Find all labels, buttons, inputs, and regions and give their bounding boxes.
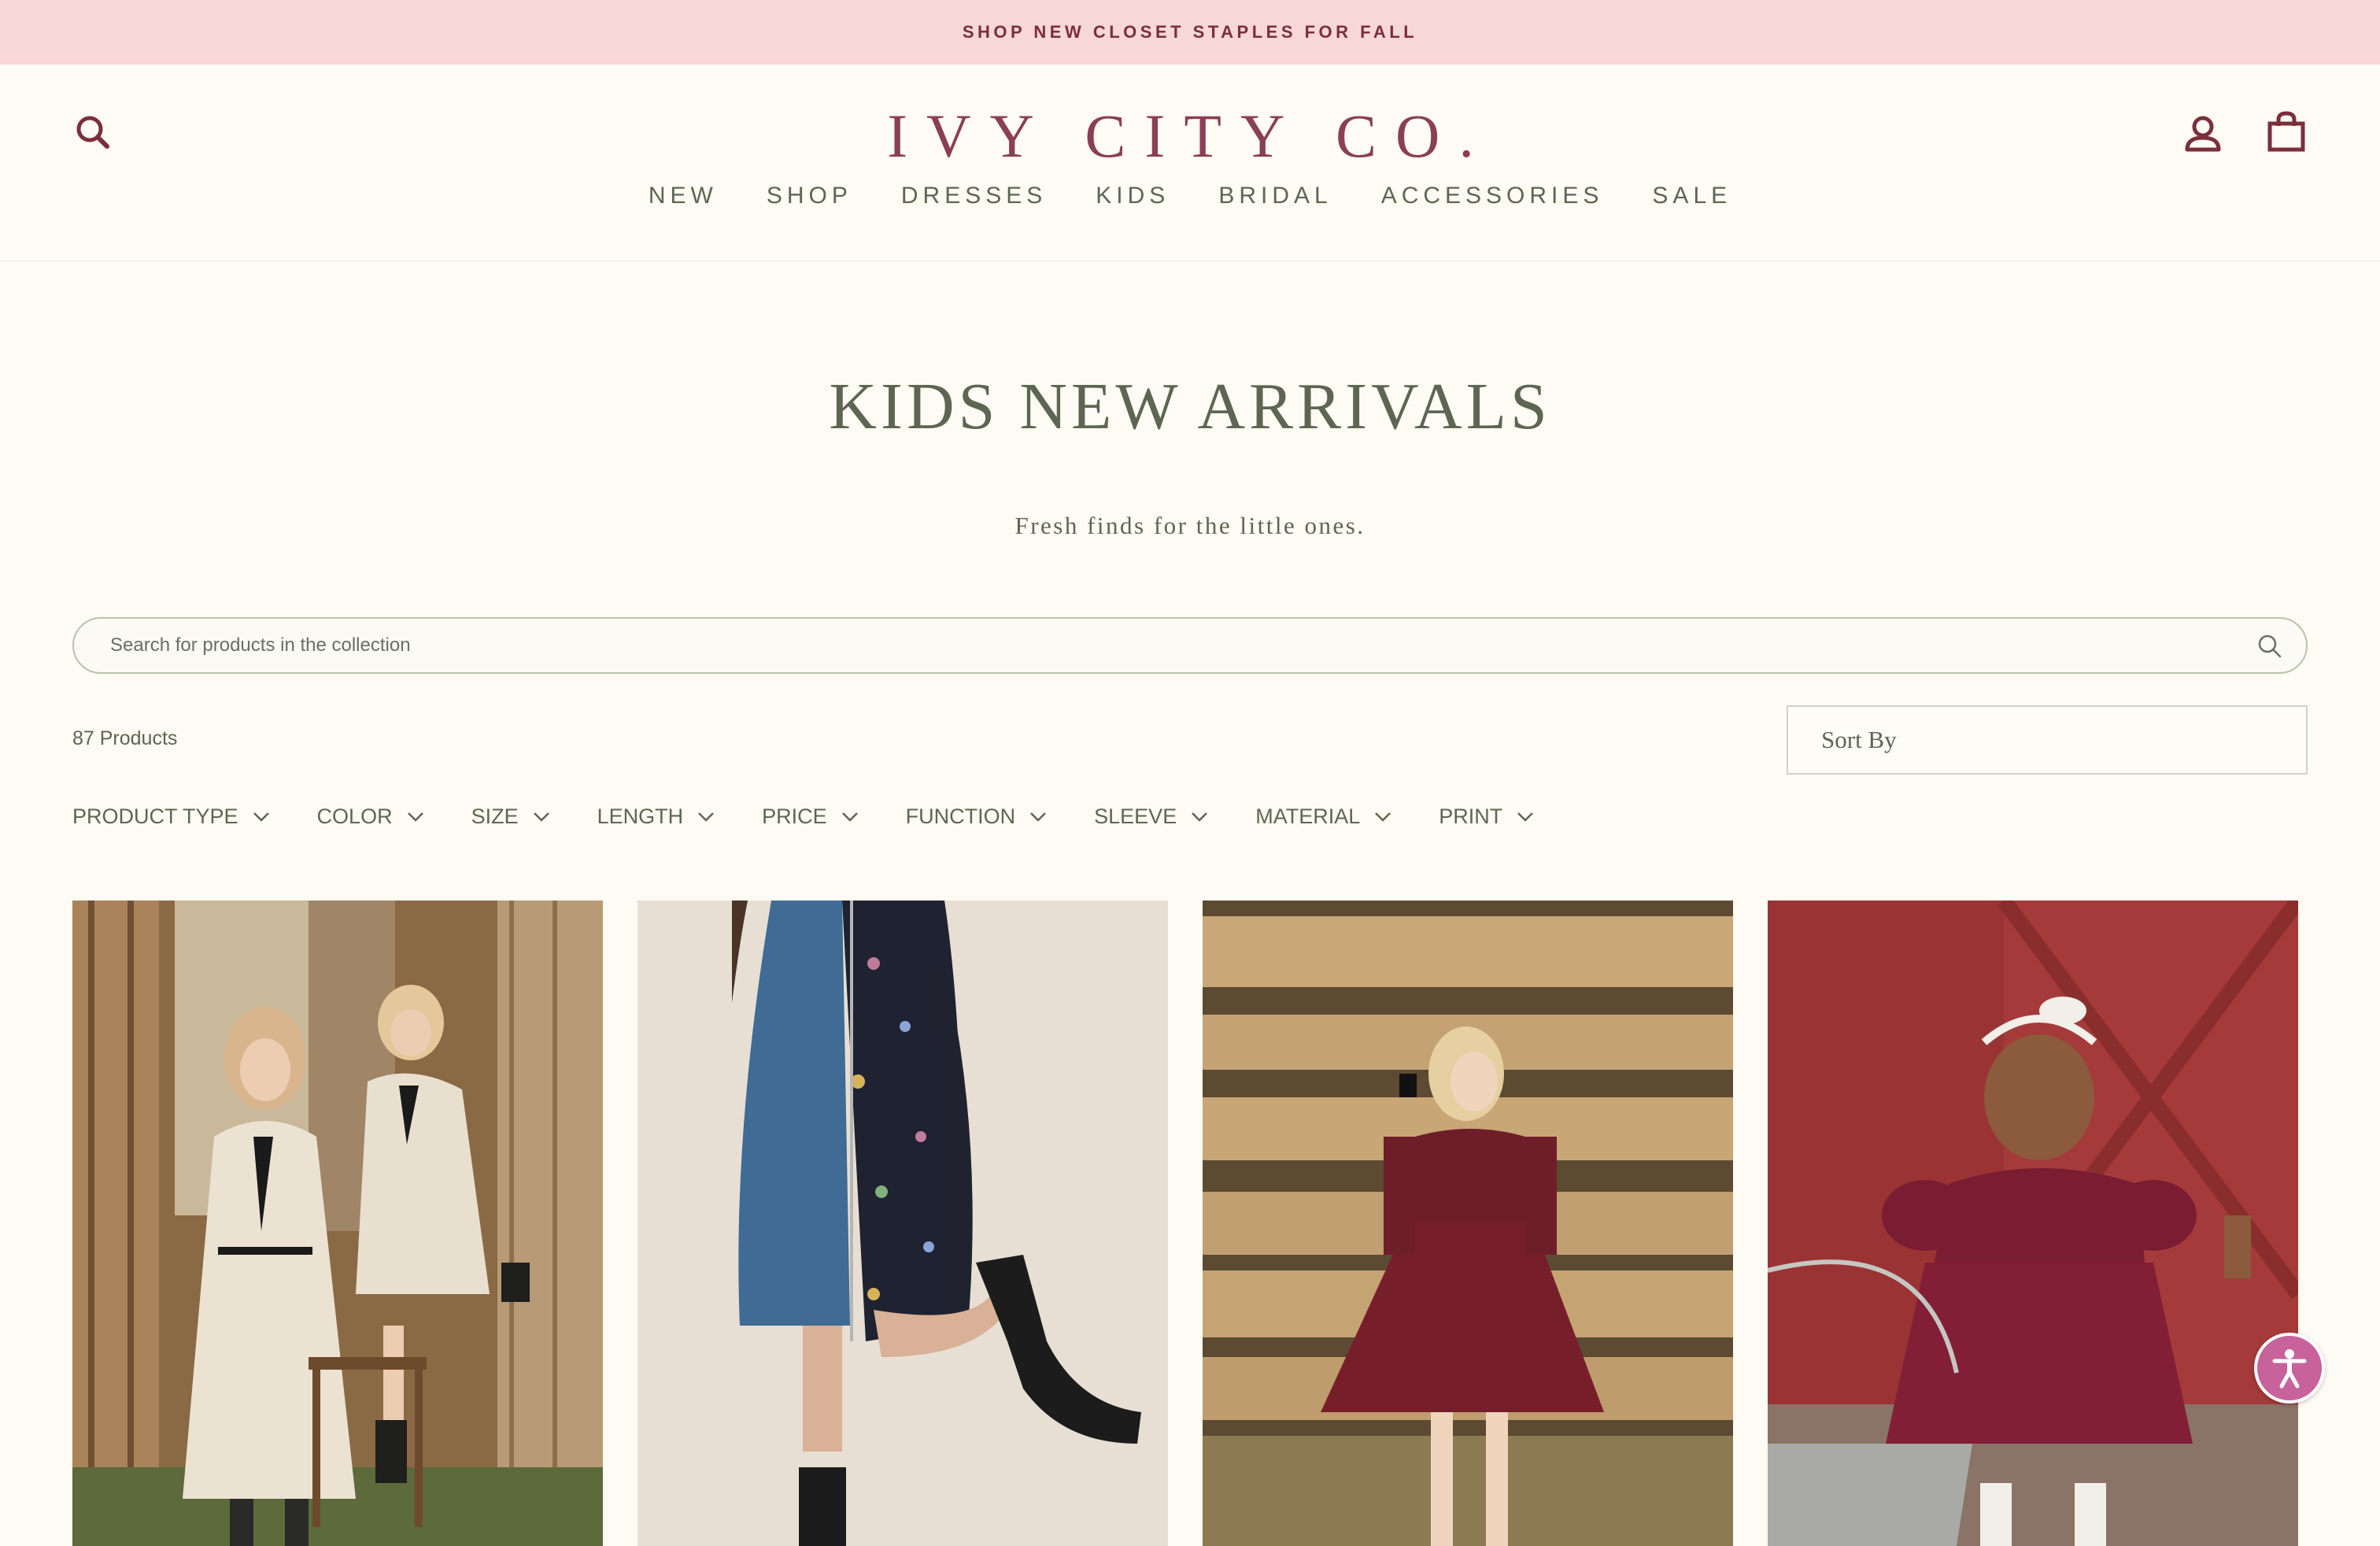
filter-material[interactable]: MATERIAL	[1255, 804, 1391, 829]
chevron-down-icon	[698, 812, 715, 822]
accessibility-icon	[2272, 1349, 2307, 1389]
sort-label: Sort By	[1821, 726, 1897, 753]
filter-label: FUNCTION	[905, 804, 1016, 828]
product-count: 87 Products	[72, 727, 178, 749]
user-icon[interactable]	[2183, 113, 2223, 157]
collection-search[interactable]	[72, 617, 2308, 674]
filter-label: SIZE	[471, 804, 519, 828]
chevron-down-icon	[253, 812, 269, 822]
announcement-text[interactable]: SHOP NEW CLOSET STAPLES FOR FALL	[963, 22, 1417, 43]
filter-label: PRICE	[762, 804, 827, 828]
nav-item-accessories[interactable]: ACCESSORIES	[1381, 183, 1604, 209]
filter-label: LENGTH	[597, 804, 684, 828]
product-image[interactable]	[72, 901, 603, 1546]
filter-bar: PRODUCT TYPE COLOR SIZE LENGTH PRICE FUN…	[72, 804, 1534, 829]
product-image[interactable]	[1768, 901, 2298, 1546]
product-image[interactable]	[1203, 901, 1733, 1546]
nav-item-new[interactable]: NEW	[649, 183, 718, 209]
page-title: KIDS NEW ARRIVALS	[829, 370, 1551, 443]
nav-item-sale[interactable]: SALE	[1652, 183, 1731, 209]
announcement-bar[interactable]: SHOP NEW CLOSET STAPLES FOR FALL	[0, 0, 2380, 65]
filter-label: MATERIAL	[1255, 804, 1361, 828]
chevron-down-icon	[1030, 812, 1047, 822]
chevron-down-icon	[533, 812, 549, 822]
search-icon[interactable]	[2256, 632, 2284, 664]
product-card[interactable]	[1203, 901, 1733, 1546]
nav-item-shop[interactable]: SHOP	[767, 183, 852, 209]
filter-length[interactable]: LENGTH	[597, 804, 715, 829]
shopping-bag-icon[interactable]	[2267, 110, 2306, 157]
collection-search-input[interactable]	[110, 619, 2235, 672]
filter-label: PRINT	[1439, 804, 1503, 828]
chevron-down-icon	[1517, 812, 1534, 822]
product-card[interactable]	[1768, 901, 2298, 1546]
sort-dropdown[interactable]: Sort By	[1787, 705, 2308, 775]
chevron-down-icon	[841, 812, 858, 822]
nav-item-kids[interactable]: KIDS	[1096, 183, 1170, 209]
product-card[interactable]	[638, 901, 1168, 1546]
product-card[interactable]	[72, 901, 603, 1546]
filter-color[interactable]: COLOR	[317, 804, 424, 829]
filter-product-type[interactable]: PRODUCT TYPE	[72, 804, 270, 829]
nav-item-dresses[interactable]: DRESSES	[901, 183, 1047, 209]
filter-size[interactable]: SIZE	[471, 804, 550, 829]
product-grid	[0, 901, 2380, 1546]
product-image[interactable]	[638, 901, 1168, 1546]
chevron-down-icon	[1375, 812, 1391, 822]
chevron-down-icon	[407, 812, 423, 822]
nav-item-bridal[interactable]: BRIDAL	[1218, 183, 1332, 209]
filter-function[interactable]: FUNCTION	[906, 804, 1047, 829]
accessibility-button[interactable]	[2254, 1333, 2325, 1404]
filter-label: PRODUCT TYPE	[72, 804, 238, 828]
site-logo[interactable]: IVY CITY CO.	[0, 101, 2380, 172]
filter-label: SLEEVE	[1094, 804, 1177, 828]
filter-sleeve[interactable]: SLEEVE	[1094, 804, 1208, 829]
site-header: IVY CITY CO. NEW SHOP DRESSES KIDS BRIDA…	[0, 65, 2380, 261]
filter-price[interactable]: PRICE	[762, 804, 859, 829]
filter-label: COLOR	[316, 804, 393, 828]
filter-print[interactable]: PRINT	[1439, 804, 1534, 829]
page-subtitle: Fresh finds for the little ones.	[1014, 512, 1366, 539]
chevron-down-icon	[1192, 812, 1208, 822]
main-nav: NEW SHOP DRESSES KIDS BRIDAL ACCESSORIES…	[0, 183, 2380, 209]
